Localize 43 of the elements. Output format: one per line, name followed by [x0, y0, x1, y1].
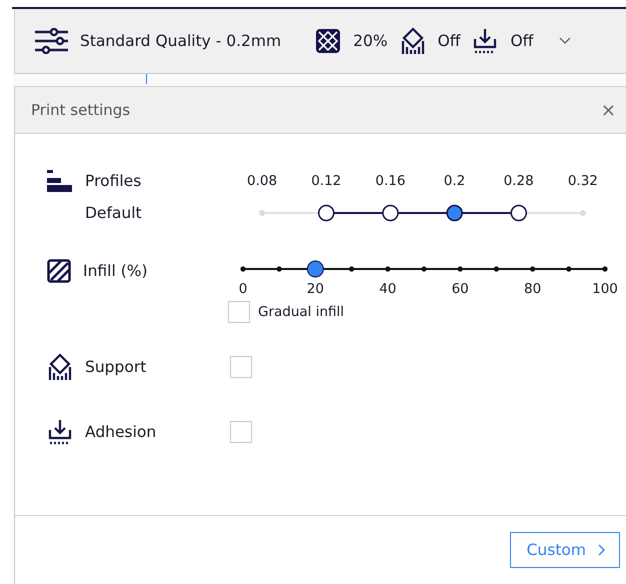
infill-value: 20% [353, 32, 388, 50]
adhesion-value: Off [510, 32, 534, 50]
infill-tick-label: 40 [379, 281, 396, 297]
infill-tick-label: 80 [524, 281, 542, 297]
default-label: Default [85, 204, 142, 222]
layer-height-label: 0.28 [502, 173, 535, 189]
support-value: Off [438, 32, 460, 50]
adhesion-icon [472, 28, 498, 54]
support-icon [400, 27, 426, 55]
infill-tick-label: 0 [238, 281, 248, 297]
support-label: Support [85, 358, 146, 376]
infill-pattern-icon [47, 259, 71, 283]
panel-title: Print settings [31, 101, 130, 119]
profiles-icon [47, 170, 73, 192]
chevron-down-icon[interactable] [559, 37, 572, 45]
chevron-right-icon [598, 544, 605, 556]
infill-icon [315, 28, 342, 54]
slider-knob[interactable] [510, 204, 527, 222]
custom-button[interactable]: Custom [510, 532, 620, 568]
support-checkbox[interactable] [230, 356, 252, 378]
infill-tick-label: 20 [306, 281, 324, 297]
gradual-infill-checkbox[interactable] [228, 301, 250, 323]
profile-name[interactable]: Standard Quality - 0.2mm [80, 32, 282, 50]
adhesion-checkbox[interactable] [230, 421, 252, 443]
layer-height-label: 0.2 [442, 173, 466, 189]
slider-knob[interactable] [382, 204, 399, 222]
slider-knob[interactable] [306, 260, 324, 278]
infill-tick-label: 100 [592, 281, 618, 297]
support-icon [47, 353, 73, 381]
slider-knob[interactable] [318, 204, 334, 222]
profiles-label: Profiles [85, 172, 142, 190]
slider-knob[interactable] [446, 204, 463, 222]
layer-height-label: 0.16 [374, 173, 406, 189]
adhesion-label: Adhesion [85, 423, 156, 441]
layer-height-label: 0.08 [246, 173, 278, 189]
settings-sliders-icon[interactable] [34, 28, 70, 54]
infill-tick-label: 60 [452, 281, 469, 297]
infill-label: Infill (%) [83, 262, 148, 280]
layer-height-label: 0.32 [566, 173, 599, 189]
adhesion-icon [47, 419, 73, 445]
close-button[interactable]: × [596, 100, 620, 120]
layer-height-label: 0.12 [310, 173, 342, 189]
gradual-infill-label: Gradual infill [258, 304, 344, 320]
